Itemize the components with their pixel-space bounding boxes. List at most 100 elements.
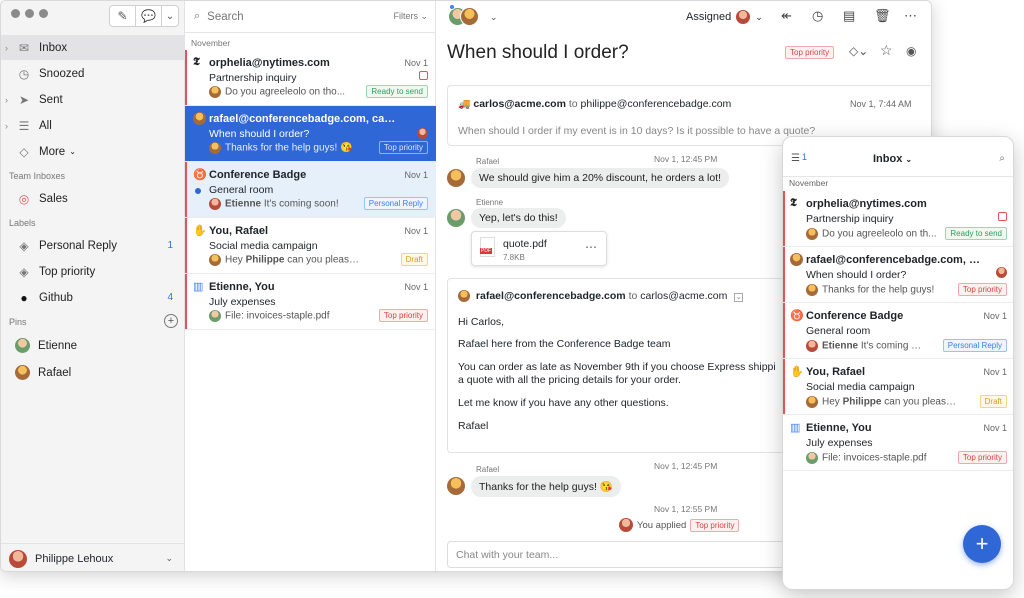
filters-button[interactable]: Filters ⌄ [393,11,428,22]
sidebar-item-more[interactable]: ◇ More ⌄ [1,139,185,164]
account-switcher[interactable]: Philippe Lehoux ⌄ [1,543,185,571]
message-author: Etienne [476,198,504,207]
chevron-right-icon[interactable]: › [5,43,15,53]
eye-icon[interactable]: ◉ [906,44,916,58]
priority-marker [783,359,785,414]
window-close-button[interactable] [11,9,20,18]
chat-bubble: Thanks for the help guys! 😘 [471,476,621,497]
trash-icon[interactable]: 🗑 [874,8,891,24]
sidebar-item-label: Rafael [38,366,72,379]
window-zoom-button[interactable] [39,9,48,18]
inbox-icon: ✉ [18,40,30,55]
mobile-title[interactable]: Inbox ⌄ [873,153,912,165]
new-chat-icon[interactable]: 💬 [136,6,162,26]
conversation-date: Nov 1 [983,311,1007,321]
sidebar-item-top-priority[interactable]: ◈ Top priority [1,259,185,284]
list-item[interactable]: 𝕿 orphelia@nytimes.com Nov 1 Partnership… [185,50,436,106]
more-icon[interactable]: ⋯ [904,8,917,24]
conversation-from: Conference Badge [806,310,904,322]
window-minimize-button[interactable] [25,9,34,18]
sidebar-item-personal-reply[interactable]: ◈ Personal Reply 1 [1,233,185,258]
attachment-card[interactable]: PDF quote.pdf 7.8KB ⋯ [471,231,607,266]
avatar [790,253,803,266]
list-item[interactable]: ♉ Conference Badge Nov 1 General room Et… [185,162,436,218]
conversation-snippet: Do you agreeleolo on tho... [209,86,359,98]
avatar [417,128,428,139]
list-item[interactable]: ✋ You, Rafael Nov 1 Social media campaig… [783,359,1013,415]
avatar [9,549,27,568]
chat-bubble: We should give him a 20% discount, he or… [471,168,730,188]
conversation-snippet: Hey Philippe can you please l... [806,396,956,408]
month-header: November [789,178,829,188]
unread-count: 1 [802,152,808,162]
snooze-clock-icon[interactable]: ◷ [812,8,823,24]
chevron-down-icon[interactable]: ⌄ [162,6,178,26]
conversation-toolbar: ⌄ Assigned ⌄ ↞ ◷ ▤ 🗑 ⋯ [436,1,931,33]
list-item[interactable]: ✋ You, Rafael Nov 1 Social media campaig… [185,218,436,274]
menu-icon[interactable]: ☰ [791,153,800,164]
list-item[interactable]: 𝕿 orphelia@nytimes.com Partnership inqui… [783,191,1013,247]
search-input[interactable]: Search [207,11,243,23]
tag-icon[interactable]: ◇⌄ [849,44,868,58]
status-badge: Ready to send [945,227,1007,240]
sidebar-item-sent[interactable]: › ➤ Sent [1,87,185,112]
sidebar-item-github[interactable]: ● Github 4 [1,285,185,310]
tag-icon: ◇ [19,144,29,159]
expand-icon[interactable]: ⌄ [734,293,744,302]
reply-all-icon[interactable]: ↞ [781,8,792,24]
activity-item: You applied Top priority [619,518,740,532]
chevron-down-icon[interactable]: ⌄ [490,12,498,23]
pins-heading: Pins [9,317,27,327]
conversation-list: ⌕ Search Filters ⌄ November 𝕿 orphelia@n… [185,1,436,571]
handshake-icon: ✋ [790,366,804,378]
compose-icon[interactable]: ✎ [110,6,136,26]
search-icon[interactable]: ⌕ [999,153,1005,164]
sidebar-item-sales[interactable]: ◎ Sales [1,186,185,211]
list-item[interactable]: rafael@conferencebadge.com, carl... When… [185,106,436,162]
search-bar[interactable]: ⌕ Search Filters ⌄ [185,1,436,33]
chevron-right-icon[interactable]: › [5,95,15,105]
message-author: Rafael [476,465,500,474]
conversation-date: Nov 1 [983,423,1007,433]
list-item[interactable]: ♉ Conference Badge Nov 1 General room Et… [783,303,1013,359]
email-body-line: Let me know if you have any other questi… [458,397,669,409]
github-icon: ● [20,290,28,305]
list-item[interactable]: ▥ Etienne, You Nov 1 July expenses File:… [185,274,436,330]
message-time: Nov 1, 12:45 PM [654,461,718,471]
conversation-date: Nov 1 [983,367,1007,377]
sidebar-item-pin-etienne[interactable]: Etienne [1,333,185,358]
archive-icon: ☰ [18,118,30,133]
status-badge: Top priority [957,451,1007,464]
email-body-line: Rafael here from the Conference Badge te… [458,338,671,350]
month-header: November [191,38,231,48]
archive-icon[interactable]: ▤ [843,8,855,24]
list-item[interactable]: rafael@conferencebadge.com, c... When sh… [783,247,1013,303]
conversation-from: Etienne, You [806,422,872,434]
avatar [193,112,206,125]
status-badge: Top priority [785,46,835,59]
sidebar-item-all[interactable]: › ☰ All [1,113,185,138]
compose-fab-button[interactable]: + [963,525,1001,563]
checkbox[interactable] [998,212,1007,221]
status-badge: Personal Reply [942,339,1007,352]
unread-count: 4 [167,292,173,303]
attachment-name: quote.pdf [503,238,547,250]
assignee-dropdown[interactable]: Assigned ⌄ [686,10,763,24]
list-item[interactable]: ▥ Etienne, You Nov 1 July expenses File:… [783,415,1013,471]
checkbox[interactable] [419,71,428,80]
chevron-right-icon[interactable]: › [5,121,15,131]
sidebar-item-inbox[interactable]: › ✉ Inbox [1,35,185,60]
chevron-down-icon: ⌄ [165,553,173,563]
conversation-subject: July expenses [209,296,276,308]
sidebar-item-label: Etienne [38,339,78,352]
more-icon[interactable]: ⋯ [585,240,597,254]
email-preview: When should I order if my event is in 10… [458,125,816,137]
sidebar-item-snoozed[interactable]: ◷ Snoozed [1,61,185,86]
priority-marker [185,162,187,217]
add-pin-icon[interactable]: + [164,314,178,328]
star-icon[interactable]: ☆ [880,42,893,59]
chart-icon: ▥ [790,422,801,434]
conversation-from: orphelia@nytimes.com [209,57,330,69]
sidebar-item-pin-rafael[interactable]: Rafael [1,360,185,385]
sidebar: ✎ 💬 ⌄ › ✉ Inbox ◷ Snoozed › ➤ Sent › ☰ A… [1,1,185,571]
